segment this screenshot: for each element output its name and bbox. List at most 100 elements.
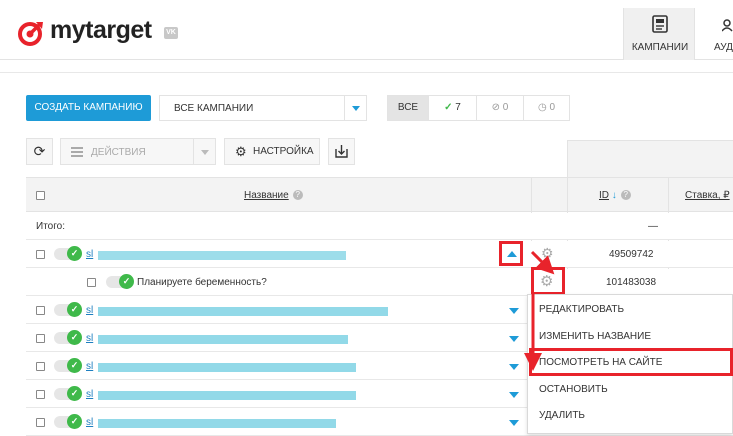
check-icon: ✓ [67, 330, 82, 345]
total-row: Итого: — [26, 213, 733, 240]
campaign-name-link[interactable]: sl [86, 417, 93, 428]
chevron-down-icon[interactable] [509, 308, 519, 314]
row-checkbox[interactable] [36, 334, 45, 343]
table-header: Название? ID ↓? Ставка, ₽ [26, 177, 733, 212]
row-checkbox[interactable] [36, 306, 45, 315]
help-icon[interactable]: ? [292, 190, 303, 200]
column-rate[interactable]: Ставка, ₽ [685, 190, 730, 201]
settings-label: НАСТРОЙКА [253, 146, 314, 157]
actions-placeholder: ДЕЙСТВИЯ [91, 147, 146, 158]
highlight-box [529, 348, 733, 376]
gear-icon: ⚙ [540, 273, 554, 290]
gear-icon: ⚙ [235, 144, 247, 159]
select-all-checkbox[interactable] [36, 191, 45, 200]
status-toggle[interactable]: ✓ [54, 414, 82, 429]
menu-item-stop[interactable]: ОСТАНОВИТЬ [539, 384, 608, 395]
filter-archived-count: 0 [549, 102, 556, 113]
collapse-button[interactable] [499, 241, 523, 266]
refresh-button[interactable]: ⟳ [26, 138, 53, 165]
redacted-name [98, 363, 356, 372]
clock-icon: ◷ [537, 102, 547, 113]
status-toggle[interactable]: ✓ [54, 246, 82, 261]
column-name[interactable]: Название? [244, 190, 303, 201]
total-label: Итого: [36, 221, 65, 232]
status-toggle[interactable]: ✓ [54, 358, 82, 373]
check-icon: ✓ [67, 358, 82, 373]
filter-active-count: 7 [455, 102, 461, 113]
gear-icon[interactable]: ⚙ [541, 245, 554, 262]
row-checkbox[interactable] [36, 362, 45, 371]
table-row[interactable]: ✓ sl ⚙ 49509742 [26, 241, 733, 268]
campaign-filter-value: ВСЕ КАМПАНИИ [174, 103, 254, 114]
banner-id: 101483038 [606, 277, 657, 288]
status-toggle[interactable]: ✓ [54, 302, 82, 317]
menu-icon [71, 147, 83, 157]
redacted-name [98, 251, 346, 260]
audience-icon [722, 19, 733, 32]
table-row[interactable]: ✓ Планируете беременность? 101483038 [26, 269, 733, 296]
divider [0, 72, 733, 73]
chevron-down-icon[interactable] [509, 420, 519, 426]
vk-badge-icon: VK [164, 27, 178, 39]
refresh-icon: ⟳ [33, 143, 46, 159]
redacted-name [98, 335, 348, 344]
redacted-name [98, 307, 388, 316]
status-toggle[interactable]: ✓ [54, 386, 82, 401]
export-button[interactable] [328, 138, 355, 165]
campaign-filter-select[interactable]: ВСЕ КАМПАНИИ [159, 95, 367, 121]
campaign-name-link[interactable]: sl [86, 249, 93, 260]
status-toggle[interactable]: ✓ [106, 274, 134, 289]
chevron-up-icon [507, 251, 517, 257]
filter-active[interactable]: ✓ 7 [429, 96, 477, 120]
settings-button[interactable]: ⚙ НАСТРОЙКА [224, 138, 320, 165]
chevron-down-icon[interactable] [509, 364, 519, 370]
campaigns-icon [652, 15, 668, 33]
chevron-down-icon[interactable] [509, 392, 519, 398]
total-id-value: — [648, 221, 658, 232]
filter-stopped[interactable]: ⊘ 0 [477, 96, 524, 120]
create-campaign-button[interactable]: СОЗДАТЬ КАМПАНИЮ [26, 95, 151, 121]
check-icon: ✓ [67, 302, 82, 317]
logo-text: mytarget [50, 16, 152, 44]
row-checkbox[interactable] [36, 250, 45, 259]
chevron-down-icon[interactable] [344, 96, 366, 120]
nav-campaigns-label: КАМПАНИИ [631, 42, 689, 53]
row-checkbox[interactable] [36, 390, 45, 399]
campaign-name-link[interactable]: sl [86, 361, 93, 372]
context-menu: РЕДАКТИРОВАТЬ ИЗМЕНИТЬ НАЗВАНИЕ ПОСМОТРЕ… [527, 294, 733, 434]
check-icon: ✓ [67, 246, 82, 261]
banner-name[interactable]: Планируете беременность? [137, 277, 267, 288]
top-header: mytarget VK КАМПАНИИ АУД [0, 0, 733, 60]
banner-settings-button[interactable]: ⚙ [531, 267, 565, 295]
chevron-down-icon[interactable] [509, 336, 519, 342]
check-icon: ✓ [67, 386, 82, 401]
column-name-label: Название [244, 190, 289, 201]
menu-item-delete[interactable]: УДАЛИТЬ [539, 410, 585, 421]
row-checkbox[interactable] [36, 418, 45, 427]
menu-item-rename[interactable]: ИЗМЕНИТЬ НАЗВАНИЕ [539, 331, 651, 342]
nav-audiences[interactable]: АУД [700, 8, 733, 60]
actions-select[interactable]: ДЕЙСТВИЯ [60, 138, 216, 165]
campaign-name-link[interactable]: sl [86, 389, 93, 400]
stats-header-panel [567, 140, 733, 178]
column-id[interactable]: ID ↓? [599, 190, 631, 201]
redacted-name [98, 391, 356, 400]
help-icon[interactable]: ? [620, 190, 631, 200]
check-icon: ✓ [67, 414, 82, 429]
filter-all[interactable]: ВСЕ [388, 96, 429, 120]
redacted-name [98, 419, 336, 428]
status-filter-group: ВСЕ ✓ 7 ⊘ 0 ◷ 0 [387, 95, 570, 121]
chevron-down-icon[interactable] [193, 139, 215, 164]
nav-campaigns[interactable]: КАМПАНИИ [623, 8, 695, 60]
menu-item-edit[interactable]: РЕДАКТИРОВАТЬ [539, 304, 624, 315]
campaign-id: 49509742 [609, 249, 654, 260]
row-checkbox[interactable] [87, 278, 96, 287]
filter-stopped-count: 0 [502, 102, 509, 113]
nav-audiences-label: АУД [714, 42, 733, 53]
download-icon [335, 145, 348, 158]
status-toggle[interactable]: ✓ [54, 330, 82, 345]
campaign-name-link[interactable]: sl [86, 333, 93, 344]
filter-archived[interactable]: ◷ 0 [524, 96, 569, 120]
campaign-name-link[interactable]: sl [86, 305, 93, 316]
check-icon: ✓ [119, 274, 134, 289]
